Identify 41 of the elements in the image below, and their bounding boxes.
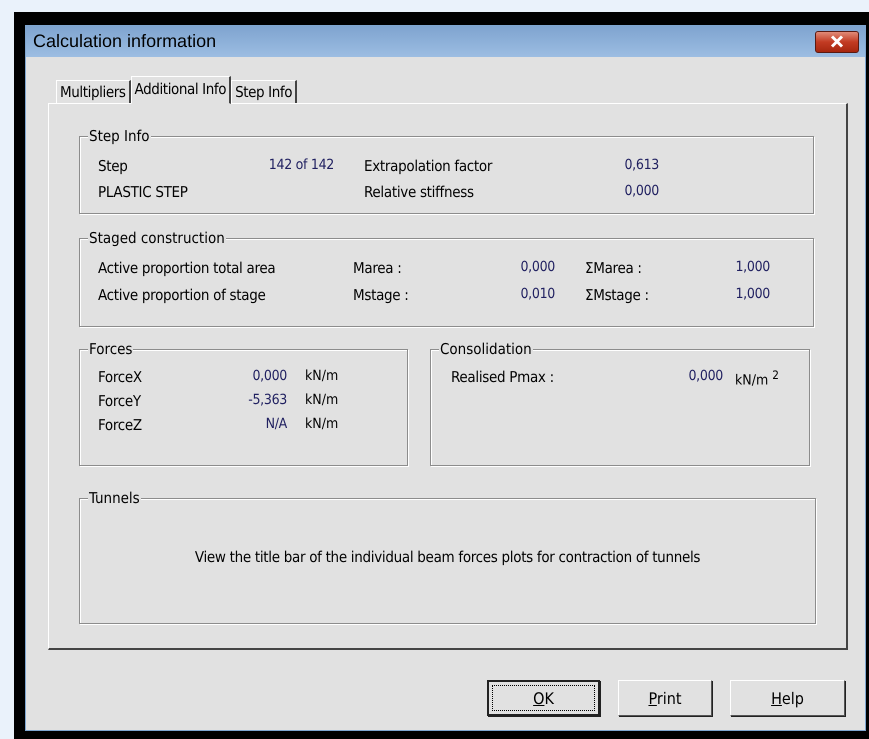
field-label: ForceZ xyxy=(98,416,143,434)
field-label: ΣMstage : xyxy=(585,286,649,304)
tab[interactable]: Additional Info xyxy=(130,76,232,104)
unit-label: kN/m xyxy=(305,416,340,434)
field-value: 0,613 xyxy=(623,157,659,175)
group-title: Step Info xyxy=(88,127,151,145)
window-title: Calculation information xyxy=(33,31,216,52)
field-value: 1,000 xyxy=(735,286,770,304)
field-value: 0,000 xyxy=(519,259,555,277)
field-label: Marea : xyxy=(353,259,402,277)
field-value: 0,000 xyxy=(687,368,723,386)
dialog-button[interactable]: OK xyxy=(487,680,600,716)
field-value: 0,000 xyxy=(623,183,659,201)
field-label: ForceY xyxy=(98,392,142,410)
field-value: -5,363 xyxy=(247,392,287,410)
field-value: 1,000 xyxy=(735,259,770,277)
field-label: Step xyxy=(98,157,129,175)
unit-label: kN/m xyxy=(305,368,340,386)
field-value: N/A xyxy=(264,416,287,434)
field-value: 142 of 142 xyxy=(268,157,334,175)
tab[interactable]: Multipliers xyxy=(56,80,131,103)
field-label: Mstage : xyxy=(353,286,410,304)
unit-label: kN/m xyxy=(305,392,340,410)
dialog-button[interactable]: Help xyxy=(730,680,845,716)
close-button[interactable] xyxy=(815,30,859,52)
group-title: Staged construction xyxy=(88,229,226,247)
field-label: Realised Pmax : xyxy=(451,368,555,388)
tab[interactable]: Step Info xyxy=(231,80,298,103)
field-label: Extrapolation factor xyxy=(363,157,494,175)
dialog-button[interactable]: Print xyxy=(618,680,712,716)
field-value: 0,000 xyxy=(251,368,287,386)
field-label: ΣMarea : xyxy=(585,259,642,277)
field-label: ForceX xyxy=(98,368,143,386)
unit-label: kN/m $^{2}$ xyxy=(735,368,780,389)
field-label: Active proportion total area xyxy=(98,259,276,277)
field-label: PLASTIC STEP xyxy=(98,183,189,201)
field-value: 0,010 xyxy=(519,286,555,304)
field-label: Relative stiffness xyxy=(363,183,475,201)
info-message: View the title bar of the individual beam forces plots for contraction of tunnels xyxy=(194,548,700,566)
close-icon xyxy=(830,35,844,48)
field-label: Active proportion of stage xyxy=(98,286,266,304)
